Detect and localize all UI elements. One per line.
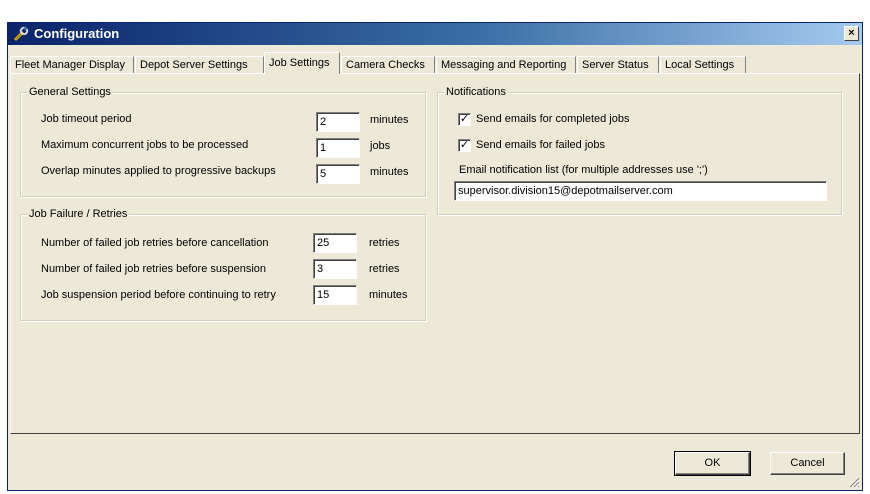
unit-label: jobs [370,140,391,152]
tab-messaging-and-reporting[interactable]: Messaging and Reporting [436,56,576,73]
job-timeout-input[interactable] [316,112,360,132]
tab-label: Fleet Manager Display [15,59,126,71]
tab-label: Depot Server Settings [140,59,248,71]
tab-label: Camera Checks [346,59,425,71]
unit-label: retries [369,263,400,275]
group-title: Notifications [444,86,508,98]
group-title: General Settings [27,86,113,98]
configuration-window: Configuration × Fleet Manager Display De… [7,22,863,491]
check-icon: ✓ [459,139,470,151]
tab-server-status[interactable]: Server Status [577,56,659,73]
tab-label: Server Status [582,59,649,71]
email-list-input[interactable] [454,181,827,201]
ok-button[interactable]: OK [674,451,751,476]
retries-before-cancellation-label: Number of failed job retries before canc… [41,237,269,249]
title-bar[interactable]: Configuration × [8,23,862,45]
tab-depot-server-settings[interactable]: Depot Server Settings [135,56,264,73]
overlap-minutes-label: Overlap minutes applied to progressive b… [41,165,276,177]
max-concurrent-jobs-label: Maximum concurrent jobs to be processed [41,139,249,151]
unit-label: minutes [370,166,409,178]
close-icon: × [848,27,855,39]
general-settings-group: General Settings Job timeout period minu… [20,86,426,197]
unit-label: minutes [370,114,409,126]
tab-label: Messaging and Reporting [441,59,567,71]
job-failure-retries-group: Job Failure / Retries Number of failed j… [20,208,426,321]
retries-before-suspension-input[interactable] [313,259,357,279]
tab-label: Job Settings [269,57,330,69]
max-concurrent-jobs-input[interactable] [316,138,360,158]
retries-before-cancellation-input[interactable] [313,233,357,253]
email-list-label: Email notification list (for multiple ad… [459,164,708,176]
notifications-group: Notifications ✓ Send emails for complete… [437,86,842,215]
window-title: Configuration [34,26,120,41]
check-icon: ✓ [459,113,470,125]
send-completed-label[interactable]: Send emails for completed jobs [476,113,629,125]
close-button[interactable]: × [844,26,859,41]
wrench-icon [14,26,29,41]
resize-grip-icon[interactable] [847,475,860,488]
send-failed-checkbox[interactable]: ✓ [458,139,471,152]
overlap-minutes-input[interactable] [316,164,360,184]
job-timeout-label: Job timeout period [41,113,132,125]
suspension-period-label: Job suspension period before continuing … [41,289,276,301]
tab-local-settings[interactable]: Local Settings [660,56,746,73]
cancel-button[interactable]: Cancel [770,452,845,475]
unit-label: minutes [369,289,408,301]
tab-camera-checks[interactable]: Camera Checks [341,56,435,73]
tab-fleet-manager-display[interactable]: Fleet Manager Display [10,56,134,73]
retries-before-suspension-label: Number of failed job retries before susp… [41,263,267,275]
send-completed-checkbox[interactable]: ✓ [458,113,471,126]
suspension-period-input[interactable] [313,285,357,305]
send-failed-label[interactable]: Send emails for failed jobs [476,139,605,151]
tab-label: Local Settings [665,59,735,71]
group-title: Job Failure / Retries [27,208,130,220]
job-settings-panel: General Settings Job timeout period minu… [10,73,860,434]
unit-label: retries [369,237,400,249]
tab-job-settings[interactable]: Job Settings [264,52,340,74]
